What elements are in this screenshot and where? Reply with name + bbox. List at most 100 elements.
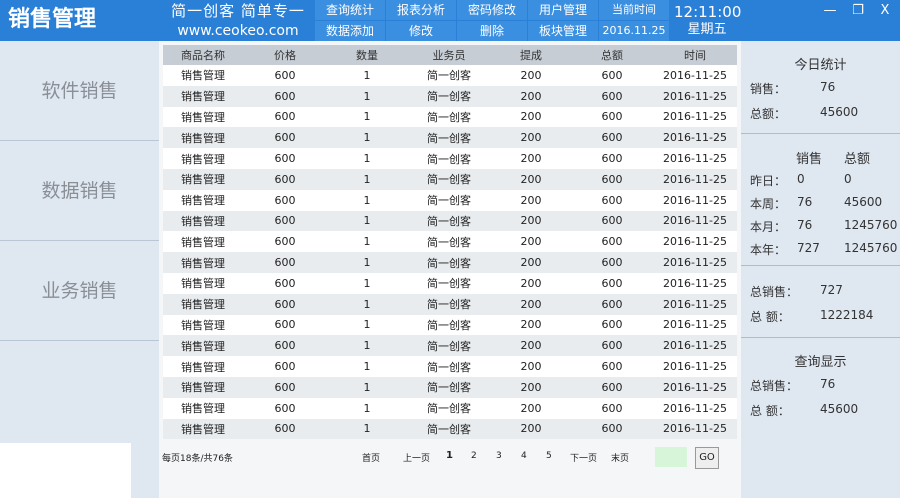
next-page-link[interactable]: 下一页 — [570, 451, 597, 464]
nav-query-stats[interactable]: 查询统计 — [315, 0, 385, 20]
cell-price: 600 — [243, 314, 327, 336]
table-row[interactable]: 销售管理 600 1 简一创客 200 600 2016-11-25 — [163, 356, 737, 377]
table-row[interactable]: 销售管理 600 1 简一创客 200 600 2016-11-25 — [163, 210, 737, 232]
close-icon[interactable]: X — [873, 0, 897, 24]
cell-quantity: 1 — [327, 127, 407, 149]
prev-page-link[interactable]: 上一页 — [403, 451, 430, 464]
slogan: 简一创客 简单专一 www.ceokeo.com — [168, 1, 308, 41]
cell-commission: 200 — [491, 272, 571, 294]
column-header-time[interactable]: 时间 — [653, 45, 737, 65]
cell-salesperson: 简一创客 — [407, 272, 491, 294]
cell-price: 600 — [243, 106, 327, 128]
page-number-input[interactable] — [655, 447, 687, 467]
cell-salesperson: 简一创客 — [407, 231, 491, 253]
cell-product: 销售管理 — [163, 148, 243, 169]
cell-salesperson: 简一创客 — [407, 85, 491, 107]
app-title: 销售管理 — [8, 7, 97, 32]
cell-quantity: 1 — [327, 189, 407, 211]
table-row[interactable]: 销售管理 600 1 简一创客 200 600 2016-11-25 — [163, 314, 737, 336]
cell-salesperson: 简一创客 — [407, 189, 491, 211]
page-link-3[interactable]: 3 — [496, 451, 502, 461]
cell-commission: 200 — [491, 252, 571, 273]
cell-price: 600 — [243, 272, 327, 294]
first-page-link[interactable]: 首页 — [362, 451, 380, 464]
table-row[interactable]: 销售管理 600 1 简一创客 200 600 2016-11-25 — [163, 85, 737, 107]
table-row[interactable]: 销售管理 600 1 简一创客 200 600 2016-11-25 — [163, 231, 737, 253]
cell-commission: 200 — [491, 189, 571, 211]
table-row[interactable]: 销售管理 600 1 简一创客 200 600 2016-11-25 — [163, 293, 737, 315]
nav-data-add[interactable]: 数据添加 — [315, 21, 385, 41]
table-row[interactable]: 销售管理 600 1 简一创客 200 600 2016-11-25 — [163, 127, 737, 149]
clock-weekday: 星期五 — [687, 22, 727, 37]
page-link-5[interactable]: 5 — [546, 451, 552, 461]
go-button[interactable]: GO — [695, 447, 719, 469]
table-row[interactable]: 销售管理 600 1 简一创客 200 600 2016-11-25 — [163, 397, 737, 419]
page-link-4[interactable]: 4 — [521, 451, 527, 461]
cell-total: 600 — [571, 85, 653, 107]
sidebar-item-business-sales[interactable]: 业务销售 — [0, 241, 159, 341]
cell-time: 2016-11-25 — [653, 252, 737, 273]
cell-commission: 200 — [491, 231, 571, 253]
column-header-commission[interactable]: 提成 — [491, 45, 571, 65]
cell-time: 2016-11-25 — [653, 335, 737, 357]
page-link-1[interactable]: 1 — [446, 450, 453, 461]
clock-time: 12:11:00 — [674, 3, 742, 21]
cell-quantity: 1 — [327, 356, 407, 377]
table-row[interactable]: 销售管理 600 1 简一创客 200 600 2016-11-25 — [163, 148, 737, 169]
table-row[interactable]: 销售管理 600 1 简一创客 200 600 2016-11-25 — [163, 252, 737, 273]
column-header-quantity[interactable]: 数量 — [327, 45, 407, 65]
nav-edit[interactable]: 修改 — [386, 21, 456, 41]
table-row[interactable]: 销售管理 600 1 简一创客 200 600 2016-11-25 — [163, 272, 737, 294]
sidebar-item-label: 数据销售 — [41, 180, 118, 202]
cell-commission: 200 — [491, 148, 571, 169]
cell-price: 600 — [243, 231, 327, 253]
last-page-link[interactable]: 末页 — [611, 451, 629, 464]
cell-salesperson: 简一创客 — [407, 314, 491, 336]
table-row[interactable]: 销售管理 600 1 简一创客 200 600 2016-11-25 — [163, 418, 737, 440]
nav-user-management[interactable]: 用户管理 — [528, 0, 598, 20]
cell-total: 600 — [571, 127, 653, 149]
cell-total: 600 — [571, 376, 653, 398]
column-header-total[interactable]: 总额 — [571, 45, 653, 65]
period-total-month: 1245760 — [844, 218, 898, 232]
cell-price: 600 — [243, 376, 327, 398]
page-summary: 每页18条/共76条 — [162, 454, 233, 464]
cell-time: 2016-11-25 — [653, 65, 737, 86]
query-stats-title: 查询显示 — [794, 355, 847, 370]
table-row[interactable]: 销售管理 600 1 简一创客 200 600 2016-11-25 — [163, 376, 737, 398]
cell-salesperson: 简一创客 — [407, 168, 491, 190]
cell-commission: 200 — [491, 293, 571, 315]
cell-price: 600 — [243, 189, 327, 211]
sidebar-item-software-sales[interactable]: 软件销售 — [0, 41, 159, 141]
cell-salesperson: 简一创客 — [407, 210, 491, 232]
table-row[interactable]: 销售管理 600 1 简一创客 200 600 2016-11-25 — [163, 189, 737, 211]
cell-commission: 200 — [491, 397, 571, 419]
nav-password-change[interactable]: 密码修改 — [457, 0, 527, 20]
cell-quantity: 1 — [327, 65, 407, 86]
table-row[interactable]: 销售管理 600 1 简一创客 200 600 2016-11-25 — [163, 106, 737, 128]
cell-time: 2016-11-25 — [653, 127, 737, 149]
table-row[interactable]: 销售管理 600 1 简一创客 200 600 2016-11-25 — [163, 335, 737, 357]
cell-commission: 200 — [491, 106, 571, 128]
nav-section-management[interactable]: 板块管理 — [528, 21, 598, 41]
page-link-2[interactable]: 2 — [471, 451, 477, 461]
minimize-icon[interactable]: — — [818, 0, 842, 24]
column-header-product[interactable]: 商品名称 — [163, 45, 243, 65]
restore-icon[interactable]: ❐ — [846, 0, 870, 24]
cell-commission: 200 — [491, 418, 571, 440]
cell-price: 600 — [243, 85, 327, 107]
cell-salesperson: 简一创客 — [407, 293, 491, 315]
table-row[interactable]: 销售管理 600 1 简一创客 200 600 2016-11-25 — [163, 168, 737, 190]
today-total-label: 总额： — [750, 107, 787, 121]
table-row[interactable]: 销售管理 600 1 简一创客 200 600 2016-11-25 — [163, 65, 737, 86]
nav-report-analysis[interactable]: 报表分析 — [386, 0, 456, 20]
column-header-price[interactable]: 价格 — [243, 45, 327, 65]
cell-time: 2016-11-25 — [653, 85, 737, 107]
cell-product: 销售管理 — [163, 65, 243, 86]
sidebar-item-data-sales[interactable]: 数据销售 — [0, 141, 159, 241]
column-header-salesperson[interactable]: 业务员 — [407, 45, 491, 65]
cell-commission: 200 — [491, 85, 571, 107]
cell-price: 600 — [243, 418, 327, 440]
website-link[interactable]: www.ceokeo.com — [168, 21, 308, 41]
nav-delete[interactable]: 删除 — [457, 21, 527, 41]
